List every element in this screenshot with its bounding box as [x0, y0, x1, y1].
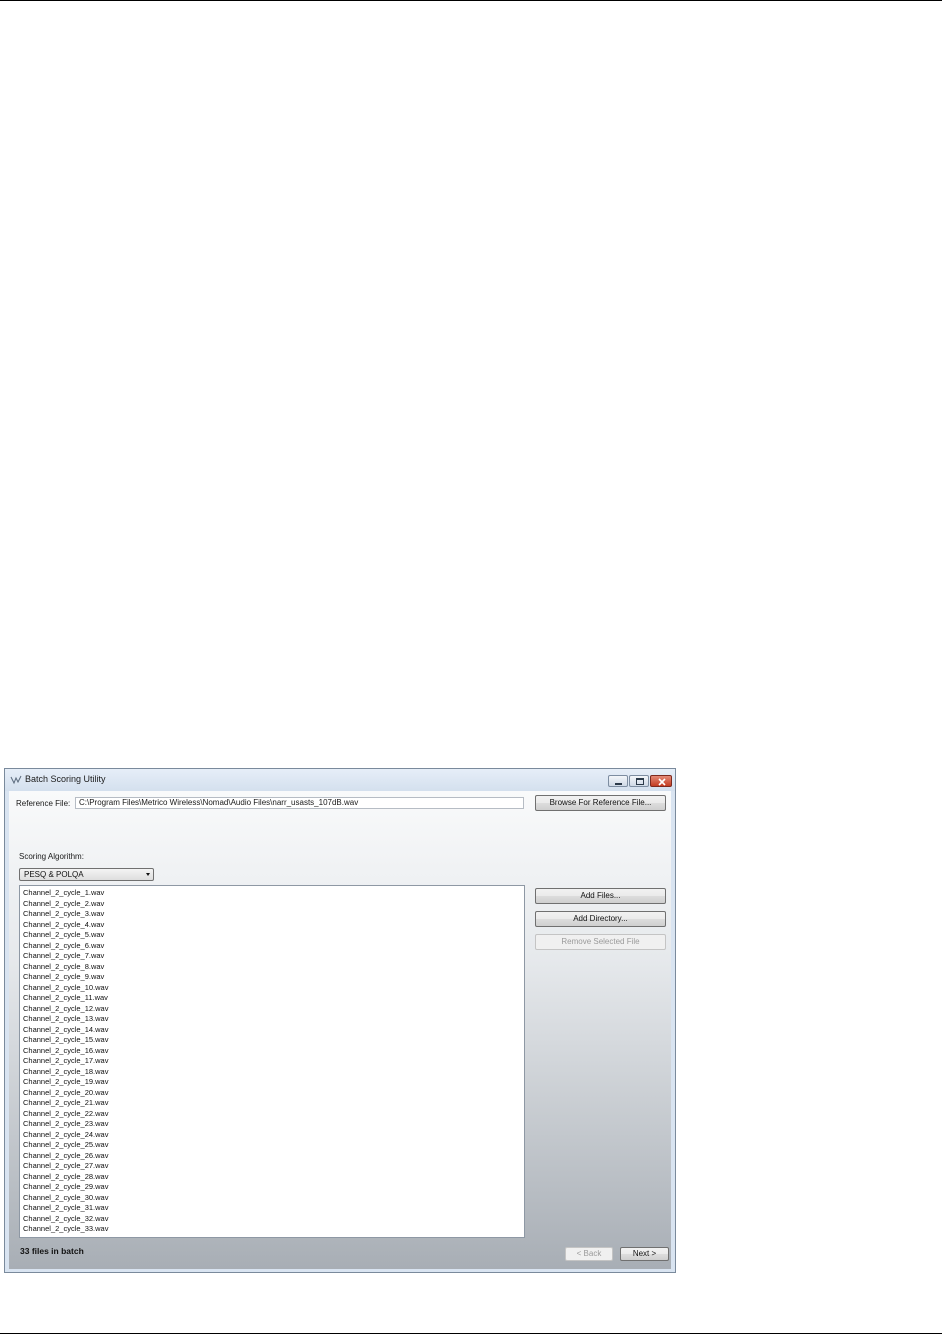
file-list-item[interactable]: Channel_2_cycle_19.wav — [20, 1077, 524, 1088]
file-list-item[interactable]: Channel_2_cycle_5.wav — [20, 930, 524, 941]
file-list-item[interactable]: Channel_2_cycle_29.wav — [20, 1182, 524, 1193]
audio-waveform-icon — [10, 775, 22, 785]
scoring-algorithm-select[interactable]: PESQ & POLQA — [19, 868, 154, 881]
file-list-item[interactable]: Channel_2_cycle_15.wav — [20, 1035, 524, 1046]
reference-file-label: Reference File: — [16, 799, 71, 808]
file-list-item[interactable]: Channel_2_cycle_20.wav — [20, 1088, 524, 1099]
page-bottom-rule — [0, 1333, 942, 1334]
file-list-item[interactable]: Channel_2_cycle_3.wav — [20, 909, 524, 920]
maximize-button[interactable] — [629, 775, 649, 787]
next-button[interactable]: Next > — [620, 1247, 669, 1261]
file-list-item[interactable]: Channel_2_cycle_16.wav — [20, 1046, 524, 1057]
file-list-item[interactable]: Channel_2_cycle_23.wav — [20, 1119, 524, 1130]
scoring-algorithm-value: PESQ & POLQA — [24, 870, 84, 879]
file-list-item[interactable]: Channel_2_cycle_27.wav — [20, 1161, 524, 1172]
back-button[interactable]: < Back — [565, 1247, 613, 1261]
file-list-item[interactable]: Channel_2_cycle_17.wav — [20, 1056, 524, 1067]
window-title: Batch Scoring Utility — [25, 774, 106, 784]
file-list-item[interactable]: Channel_2_cycle_8.wav — [20, 962, 524, 973]
dialog-client-area: Reference File: C:\Program Files\Metrico… — [9, 791, 671, 1269]
title-bar[interactable]: Batch Scoring Utility — [5, 769, 675, 791]
file-list-item[interactable]: Channel_2_cycle_12.wav — [20, 1004, 524, 1015]
file-list-item[interactable]: Channel_2_cycle_28.wav — [20, 1172, 524, 1183]
scoring-algorithm-label: Scoring Algorithm: — [19, 852, 84, 861]
file-count-status: 33 files in batch — [20, 1246, 84, 1256]
file-list-item[interactable]: Channel_2_cycle_4.wav — [20, 920, 524, 931]
file-list-item[interactable]: Channel_2_cycle_6.wav — [20, 941, 524, 952]
file-list-item[interactable]: Channel_2_cycle_10.wav — [20, 983, 524, 994]
file-list-item[interactable]: Channel_2_cycle_13.wav — [20, 1014, 524, 1025]
file-list-item[interactable]: Channel_2_cycle_21.wav — [20, 1098, 524, 1109]
file-list-item[interactable]: Channel_2_cycle_18.wav — [20, 1067, 524, 1078]
remove-selected-file-button[interactable]: Remove Selected File — [535, 934, 666, 950]
minimize-button[interactable] — [608, 775, 628, 787]
file-list-item[interactable]: Channel_2_cycle_11.wav — [20, 993, 524, 1004]
add-directory-button[interactable]: Add Directory... — [535, 911, 666, 927]
file-list-item[interactable]: Channel_2_cycle_2.wav — [20, 899, 524, 910]
file-list-item[interactable]: Channel_2_cycle_25.wav — [20, 1140, 524, 1151]
page-top-rule — [0, 0, 942, 1]
file-list-item[interactable]: Channel_2_cycle_7.wav — [20, 951, 524, 962]
file-list-item[interactable]: Channel_2_cycle_31.wav — [20, 1203, 524, 1214]
batch-scoring-window: Batch Scoring Utility Reference File: C:… — [4, 768, 676, 1273]
add-files-button[interactable]: Add Files... — [535, 888, 666, 904]
browse-reference-button[interactable]: Browse For Reference File... — [535, 795, 666, 811]
file-list-item[interactable]: Channel_2_cycle_33.wav — [20, 1224, 524, 1235]
file-list-item[interactable]: Channel_2_cycle_30.wav — [20, 1193, 524, 1204]
reference-file-field[interactable]: C:\Program Files\Metrico Wireless\Nomad\… — [75, 797, 524, 809]
close-icon — [658, 778, 666, 786]
file-list-item[interactable]: Channel_2_cycle_14.wav — [20, 1025, 524, 1036]
close-button[interactable] — [650, 775, 672, 787]
file-list-item[interactable]: Channel_2_cycle_9.wav — [20, 972, 524, 983]
maximize-icon — [636, 778, 644, 785]
file-list-item[interactable]: Channel_2_cycle_22.wav — [20, 1109, 524, 1120]
chevron-down-icon — [146, 873, 150, 876]
file-list-item[interactable]: Channel_2_cycle_26.wav — [20, 1151, 524, 1162]
batch-file-list[interactable]: Channel_2_cycle_1.wav Channel_2_cycle_2.w… — [19, 885, 525, 1238]
file-list-item[interactable]: Channel_2_cycle_24.wav — [20, 1130, 524, 1141]
minimize-icon — [615, 783, 622, 785]
file-list-item[interactable]: Channel_2_cycle_1.wav — [20, 888, 524, 899]
file-list-item[interactable]: Channel_2_cycle_32.wav — [20, 1214, 524, 1225]
